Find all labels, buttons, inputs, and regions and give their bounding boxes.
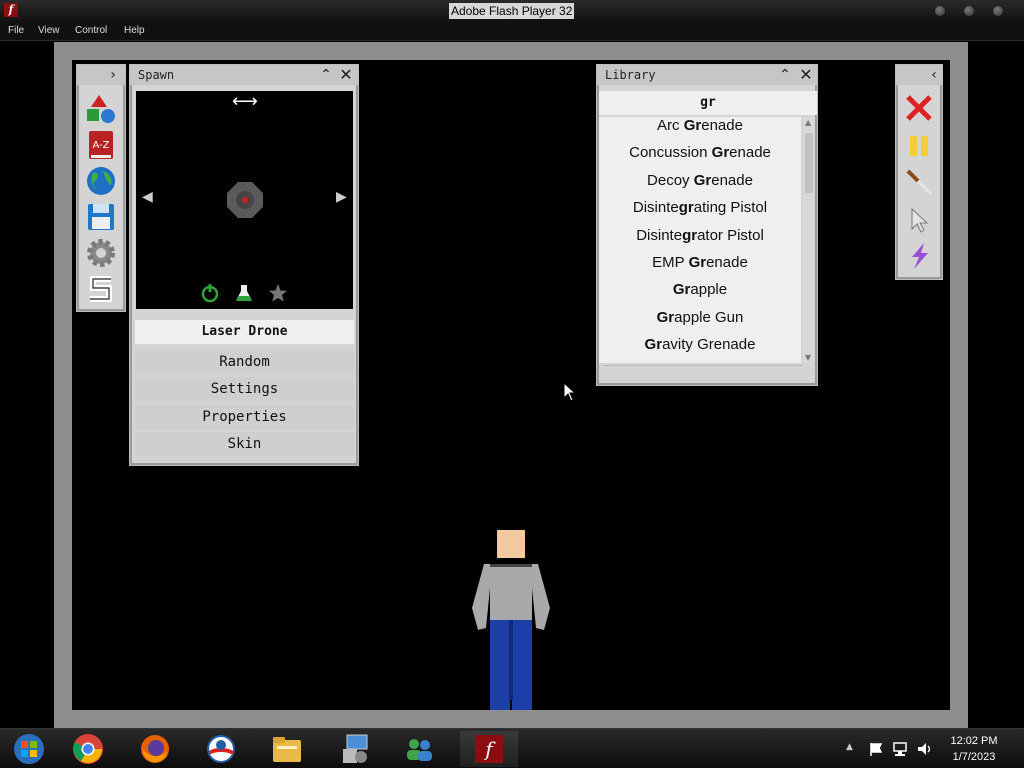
clock-date: 1/7/2023: [952, 751, 996, 763]
right-toolbar: ‹: [895, 64, 943, 280]
next-arrow-icon[interactable]: ▶: [336, 189, 347, 205]
menu-help[interactable]: Help: [124, 25, 145, 36]
chrome-icon: [73, 734, 103, 764]
lightning-icon[interactable]: [904, 241, 934, 271]
close-button[interactable]: [993, 6, 1003, 16]
library-item[interactable]: EMP Grenade: [599, 254, 801, 281]
spawn-panel: Spawn ⌃ ✕ ⟷ ◀ ▶ Laser Drone Random Setti…: [129, 64, 359, 466]
library-item[interactable]: Arc Grenade: [599, 117, 801, 144]
window-titlebar[interactable]: f Adobe Flash Player 32: [0, 0, 1024, 22]
scroll-down-icon[interactable]: ▼: [805, 353, 811, 362]
library-item[interactable]: Grapple: [599, 281, 801, 308]
properties-button[interactable]: Properties: [135, 405, 354, 429]
firefox-icon: [141, 735, 169, 763]
menu-file[interactable]: File: [8, 25, 24, 36]
save-icon[interactable]: [85, 201, 117, 233]
folder-icon: [273, 737, 301, 762]
chevron-left-icon[interactable]: ‹: [926, 67, 942, 83]
library-item[interactable]: Disintegrating Pistol: [599, 199, 801, 226]
close-icon[interactable]: ✕: [798, 67, 814, 83]
collapse-icon[interactable]: ⌃: [777, 67, 793, 83]
library-item[interactable]: Concussion Grenade: [599, 144, 801, 171]
taskbar: f ▲ 12:02 PM 1/7/2023: [0, 728, 1024, 768]
left-toolbar: › A-Z: [76, 64, 126, 312]
menu-view[interactable]: View: [38, 25, 60, 36]
flask-icon[interactable]: [234, 283, 254, 303]
computer-tools-icon: [343, 734, 368, 763]
library-list: Arc Grenade Concussion Grenade Decoy Grena…: [599, 117, 801, 363]
taskbar-chrome[interactable]: [59, 731, 117, 767]
ragdoll-character[interactable]: [468, 528, 558, 710]
shapes-tool-icon[interactable]: [85, 93, 117, 125]
previous-arrow-icon[interactable]: ◀: [142, 189, 153, 205]
flip-horizontal-icon[interactable]: ⟷: [232, 91, 258, 112]
taskbar-app-7[interactable]: [390, 731, 448, 767]
start-button[interactable]: [0, 731, 58, 767]
script-s-icon[interactable]: [85, 273, 117, 305]
clock-time: 12:02 PM: [950, 735, 998, 747]
character-right-leg: [512, 620, 532, 710]
library-panel-title: Library: [605, 68, 656, 82]
users-icon: [407, 739, 432, 761]
system-clock[interactable]: 12:02 PM 1/7/2023: [944, 733, 1004, 765]
flash-icon: f: [4, 3, 18, 17]
random-button[interactable]: Random: [135, 350, 354, 374]
character-head: [497, 530, 525, 558]
close-icon[interactable]: ✕: [338, 67, 354, 83]
laser-drone-preview: [227, 182, 263, 218]
taskbar-app-3[interactable]: [192, 731, 250, 767]
cursor-icon[interactable]: [904, 205, 934, 235]
library-item[interactable]: Gravity Grenade: [599, 336, 801, 363]
mouse-pointer-icon: [563, 382, 577, 402]
knife-icon[interactable]: [904, 167, 934, 197]
library-item[interactable]: Decoy Grenade: [599, 172, 801, 199]
dictionary-tool-icon[interactable]: A-Z: [85, 129, 117, 161]
library-panel: Library ⌃ ✕ gr Arc Grenade Concussion Gre…: [596, 64, 818, 386]
show-hidden-icons[interactable]: ▲: [846, 742, 853, 752]
windows-start-icon: [14, 734, 44, 764]
skin-button[interactable]: Skin: [135, 432, 354, 456]
taskbar-file-explorer[interactable]: [258, 731, 316, 767]
menu-control[interactable]: Control: [75, 25, 107, 36]
taskbar-firefox[interactable]: [126, 731, 184, 767]
collapse-icon[interactable]: ⌃: [318, 67, 334, 83]
library-item[interactable]: Disintegrator Pistol: [599, 227, 801, 254]
selected-spawn-name[interactable]: Laser Drone: [135, 320, 354, 344]
flag-icon[interactable]: [868, 741, 884, 757]
spawn-panel-title: Spawn: [138, 68, 175, 82]
delete-x-icon[interactable]: [904, 93, 934, 123]
taskbar-app-6[interactable]: [326, 731, 384, 767]
svg-text:A-Z: A-Z: [92, 140, 109, 151]
chevron-right-icon[interactable]: ›: [105, 67, 121, 83]
settings-button[interactable]: Settings: [135, 377, 354, 401]
gear-icon[interactable]: [85, 237, 117, 269]
desktop: f Adobe Flash Player 32 File View Contro…: [0, 0, 1024, 768]
volume-icon[interactable]: [916, 741, 934, 757]
network-icon[interactable]: [892, 741, 910, 757]
menu-bar: File View Control Help: [0, 22, 1024, 41]
globe-app-icon: [207, 735, 235, 763]
library-search-input[interactable]: gr: [599, 91, 817, 115]
scroll-up-icon[interactable]: ▲: [805, 118, 811, 127]
scroll-thumb[interactable]: [805, 133, 813, 193]
window-title: Adobe Flash Player 32: [449, 3, 575, 19]
library-scrollbar[interactable]: ▲ ▼: [803, 117, 815, 363]
maximize-button[interactable]: [964, 6, 974, 16]
globe-tool-icon[interactable]: [85, 165, 117, 197]
minimize-button[interactable]: [935, 6, 945, 16]
taskbar-flash-player[interactable]: f: [460, 731, 518, 767]
power-icon[interactable]: [200, 283, 220, 303]
character-left-leg: [490, 620, 510, 710]
pause-icon[interactable]: [904, 131, 934, 161]
star-icon[interactable]: [268, 283, 288, 303]
spawn-preview[interactable]: ⟷ ◀ ▶: [136, 91, 353, 309]
library-item[interactable]: Grapple Gun: [599, 309, 801, 336]
flash-player-icon: f: [475, 735, 503, 763]
